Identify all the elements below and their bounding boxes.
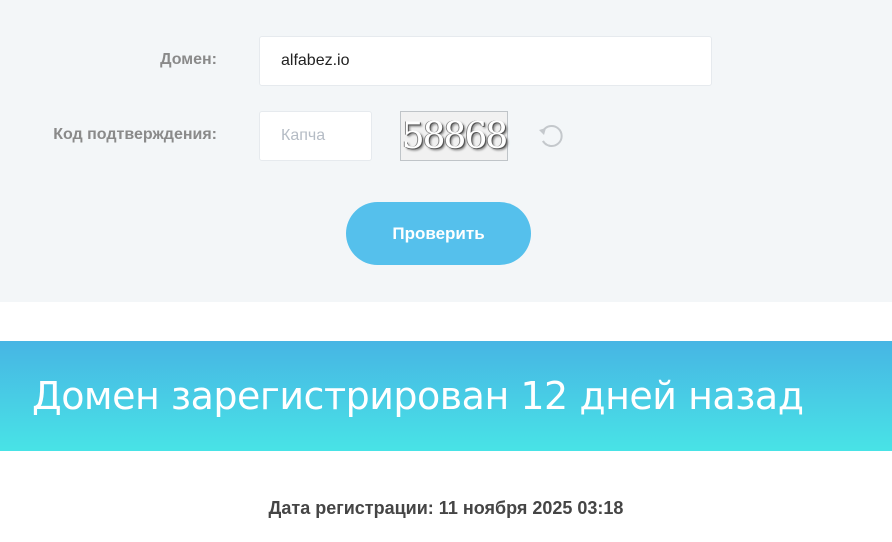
captcha-input[interactable]	[259, 111, 372, 161]
domain-check-form: Домен: Код подтверждения: 58868 Проверит…	[0, 0, 892, 302]
check-button[interactable]: Проверить	[346, 202, 531, 265]
captcha-image: 58868	[400, 111, 508, 161]
result-headline: Домен зарегистрирован 12 дней назад	[32, 374, 804, 418]
result-banner: Домен зарегистрирован 12 дней назад	[0, 341, 892, 451]
domain-label: Домен:	[160, 51, 217, 68]
refresh-icon[interactable]	[537, 122, 565, 150]
registration-date: Дата регистрации: 11 ноября 2025 03:18	[268, 498, 624, 518]
domain-input[interactable]	[259, 36, 712, 86]
captcha-label: Код подтверждения:	[53, 126, 217, 143]
